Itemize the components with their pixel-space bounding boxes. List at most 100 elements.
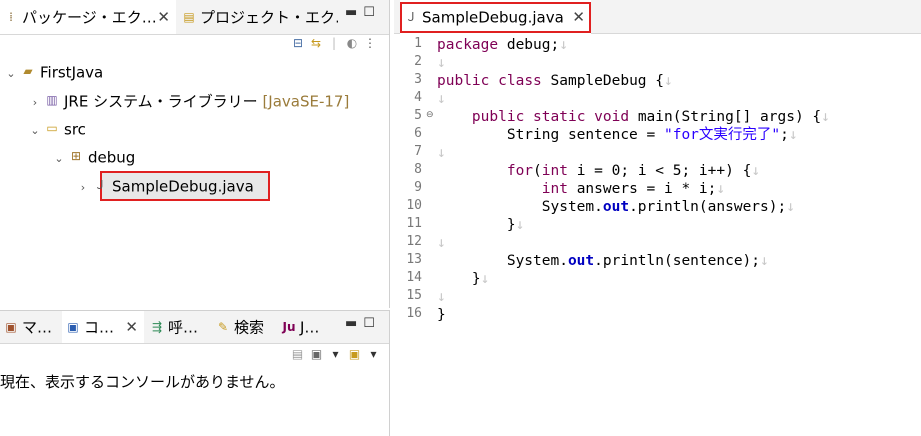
tree-item-sampledebug-java[interactable]: › Ｊ SampleDebug.java xyxy=(76,174,254,198)
code-line-1: package debug;↓ xyxy=(437,37,568,53)
close-icon[interactable]: ✕ xyxy=(125,311,138,343)
code-line-7: ↓ xyxy=(437,144,446,162)
project-explorer-icon: ▤ xyxy=(183,9,195,24)
code-line-9: int answers = i * i;↓ xyxy=(541,181,726,197)
search-icon: ✎ xyxy=(217,319,229,334)
chevron-down-icon[interactable]: ⌄ xyxy=(28,119,42,143)
line-number: 3 xyxy=(414,72,422,87)
tab-junit[interactable]: Ju J… xyxy=(278,311,330,343)
line-number: 11 xyxy=(406,216,422,231)
maximize-icon[interactable]: ☐ xyxy=(363,5,381,20)
line-number: 6 xyxy=(414,126,422,141)
code-line-10: System.out.println(answers);↓ xyxy=(437,199,795,215)
chevron-right-icon[interactable]: › xyxy=(28,91,42,115)
console-icon: ▣ xyxy=(67,319,79,334)
fold-collapse-icon[interactable]: ⊖ xyxy=(426,110,434,120)
tree-item-firstjava[interactable]: ⌄ ▰ FirstJava xyxy=(4,60,103,84)
view-menu-icon[interactable]: ▾ xyxy=(364,347,383,361)
chevron-right-icon[interactable]: › xyxy=(76,176,90,200)
tree-item-label: FirstJava xyxy=(40,63,104,82)
line-number: 4 xyxy=(414,90,422,105)
dropdown-icon[interactable]: ▾ xyxy=(326,347,345,361)
tab-package-explorer[interactable]: ⁞ パッケージ・エク… ✕ xyxy=(0,0,176,34)
code-line-8: for(int i = 0; i < 5; i++) {↓ xyxy=(506,163,761,179)
tab-markers-label: マ… xyxy=(22,318,53,337)
line-number: 5 xyxy=(414,108,422,123)
display-console-icon[interactable]: ▣ xyxy=(307,347,326,361)
code-token: int xyxy=(541,163,568,179)
line-end-marker: ↓ xyxy=(760,253,769,269)
tree-item-debug-package[interactable]: ⌄ ⊞ debug xyxy=(52,145,135,169)
tab-console-label: コ… xyxy=(84,318,115,337)
tab-junit-label: J… xyxy=(300,318,320,337)
collapse-all-icon[interactable]: ⊟ xyxy=(289,36,307,50)
focus-icon[interactable]: ◐ xyxy=(343,36,361,50)
tree-item-label: SampleDebug.java xyxy=(112,177,254,196)
package-explorer-icon: ⁞ xyxy=(9,9,13,24)
tab-project-explorer[interactable]: ▤ プロジェクト・エク… xyxy=(178,0,338,34)
line-number: 12 xyxy=(406,234,422,249)
minimize-icon[interactable]: ▬ xyxy=(345,316,363,331)
tree-item-label: debug xyxy=(88,148,136,167)
line-end-marker: ↓ xyxy=(786,199,795,215)
tab-call-hierarchy[interactable]: ⇶ 呼… xyxy=(146,311,208,343)
open-console-icon[interactable]: ▣ xyxy=(345,347,364,361)
chevron-down-icon[interactable]: ⌄ xyxy=(4,62,18,86)
console-empty-message: 現在、表示するコンソールがありません。 xyxy=(0,373,285,391)
code-token: public xyxy=(437,73,490,89)
code-line-4: ↓ xyxy=(437,90,446,108)
project-icon: ▰ xyxy=(23,64,33,78)
view-menu-icon[interactable]: ⋮ xyxy=(361,36,379,50)
line-number: 7 xyxy=(414,144,422,159)
java-file-icon: Ｊ xyxy=(93,178,106,192)
code-line-14: }↓ xyxy=(437,271,490,287)
line-number: 1 xyxy=(414,36,422,51)
code-line-6: String sentence = "for文実行完了";↓ xyxy=(437,127,798,143)
line-end-marker: ↓ xyxy=(515,217,525,233)
code-line-15: ↓ xyxy=(437,288,446,306)
code-token: out xyxy=(567,253,595,269)
console-toolbar: ▤ ▣ ▾ ▣ ▾ xyxy=(288,347,383,361)
code-line-16: } xyxy=(437,307,446,323)
code-token: int xyxy=(541,181,568,197)
tab-call-hierarchy-label: 呼… xyxy=(168,318,199,337)
line-end-marker: ↓ xyxy=(559,37,568,53)
line-end-marker: ↓ xyxy=(437,55,446,71)
maximize-icon[interactable]: ☐ xyxy=(363,316,381,331)
tree-item-label: JRE システム・ライブラリー xyxy=(64,92,258,111)
source-code[interactable]: package debug;↓ ↓ public class SampleDeb… xyxy=(437,36,830,323)
view-window-controls: ▬☐ xyxy=(345,5,381,20)
tree-item-jre-library[interactable]: › ▥ JRE システム・ライブラリー [JavaSE-17] xyxy=(28,89,350,115)
line-end-marker: ↓ xyxy=(716,181,726,197)
tree-item-src[interactable]: ⌄ ▭ src xyxy=(28,117,86,141)
pin-console-icon[interactable]: ▤ xyxy=(288,347,307,361)
package-icon: ⊞ xyxy=(70,149,82,163)
tab-console[interactable]: ▣ コ… ✕ xyxy=(62,311,144,343)
chevron-down-icon[interactable]: ⌄ xyxy=(52,147,66,171)
code-token: void xyxy=(594,109,630,125)
source-folder-icon: ▭ xyxy=(46,121,58,135)
close-icon[interactable]: ✕ xyxy=(157,0,170,34)
line-number: 13 xyxy=(406,252,422,267)
line-number: 2 xyxy=(414,54,422,69)
line-number: 9 xyxy=(414,180,422,195)
editor-tab-highlight xyxy=(400,2,591,33)
tab-markers[interactable]: ▣ マ… xyxy=(0,311,58,343)
line-number: 14 xyxy=(406,270,422,285)
console-window-controls: ▬☐ xyxy=(345,316,381,331)
code-line-13: System.out.println(sentence);↓ xyxy=(437,253,769,269)
line-number: 8 xyxy=(414,162,422,177)
code-token: out xyxy=(602,199,630,215)
tab-search[interactable]: ✎ 検索 xyxy=(212,311,274,343)
library-icon: ▥ xyxy=(46,93,58,107)
string-literal: "for文実行完了" xyxy=(663,127,781,143)
line-end-marker: ↓ xyxy=(437,91,446,107)
tree-item-label: src xyxy=(64,120,86,139)
link-with-editor-icon[interactable]: ⇆ xyxy=(307,36,325,50)
line-number: 15 xyxy=(406,288,422,303)
code-line-2: ↓ xyxy=(437,54,446,72)
minimize-icon[interactable]: ▬ xyxy=(345,5,363,20)
package-explorer-view: ⁞ パッケージ・エク… ✕ ▤ プロジェクト・エク… ▬☐ ⊟ ⇆ | ◐ ⋮ ⌄ ▰ Firs… xyxy=(0,0,390,308)
line-end-marker: ↓ xyxy=(821,109,830,125)
code-line-3: public class SampleDebug {↓ xyxy=(437,73,673,89)
